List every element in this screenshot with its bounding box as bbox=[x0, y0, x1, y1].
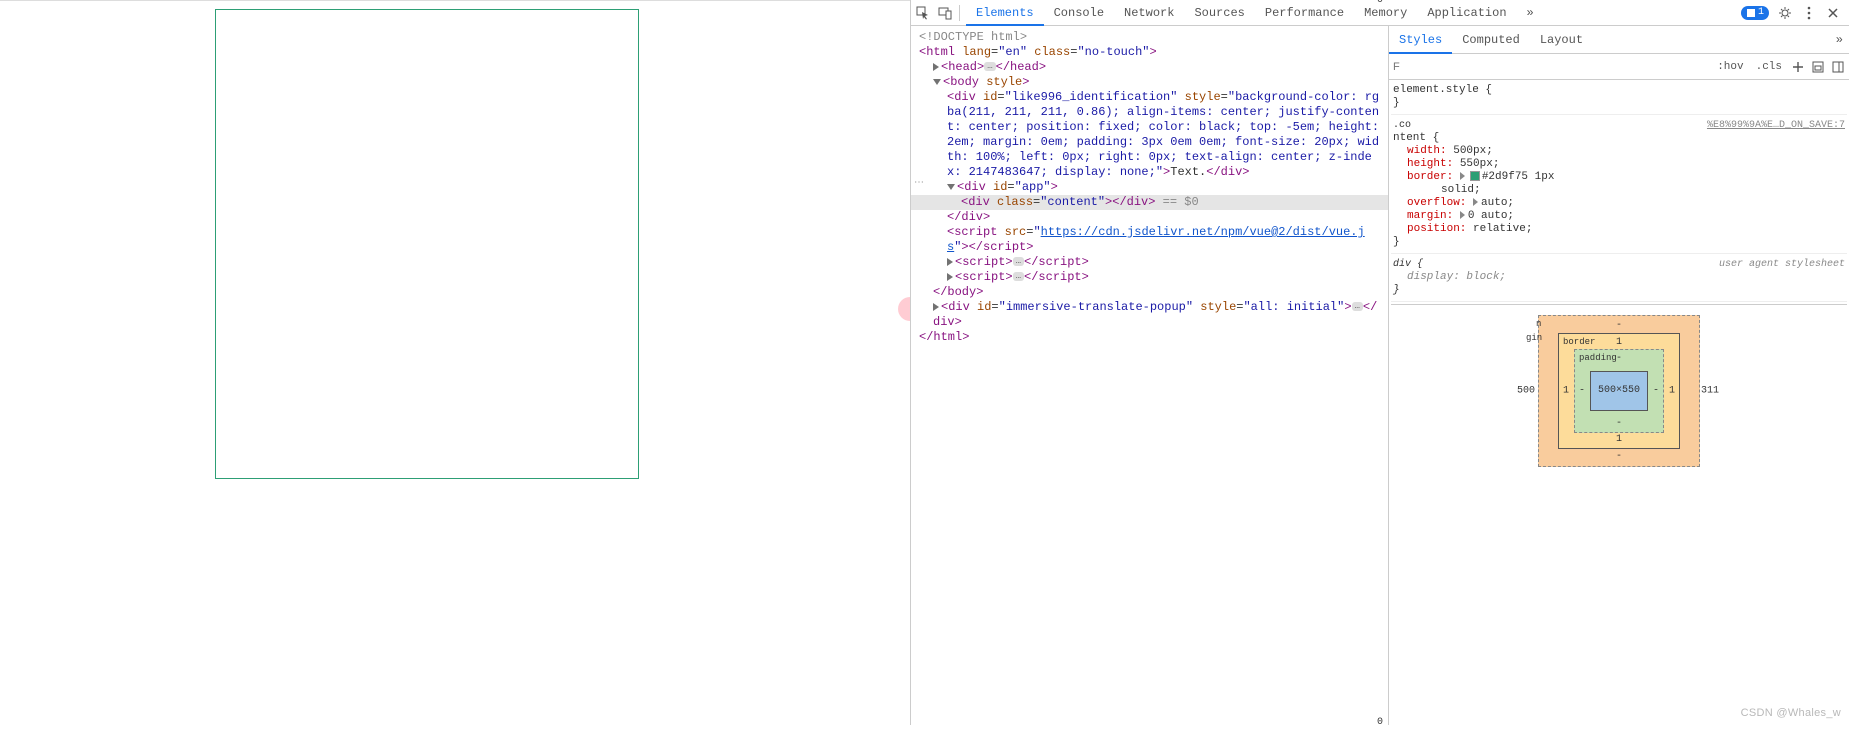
devtools-tabs: Elements Console Network Sources Perform… bbox=[966, 0, 1735, 26]
box-model: 0 n gin - 311 - 500 border 1 bbox=[1391, 304, 1847, 477]
dom-html-close[interactable]: </html> bbox=[911, 330, 1388, 345]
styles-tab-layout[interactable]: Layout bbox=[1530, 26, 1593, 54]
styles-rules[interactable]: element.style { } .co%E8%99%9A%E…D_ON_SA… bbox=[1389, 80, 1849, 725]
tab-network[interactable]: Network bbox=[1114, 0, 1184, 26]
styles-tabbar: Styles Computed Layout » bbox=[1389, 26, 1849, 54]
inspect-icon[interactable] bbox=[915, 5, 931, 21]
watermark: CSDN @Whales_w bbox=[1741, 707, 1841, 719]
dom-head[interactable]: <head>…</head> bbox=[911, 60, 1388, 75]
plus-icon[interactable] bbox=[1791, 60, 1805, 74]
tab-application[interactable]: Application bbox=[1417, 0, 1516, 26]
dom-doctype[interactable]: <!DOCTYPE html> bbox=[911, 30, 1388, 45]
devtools-panel: Elements Console Network Sources Perform… bbox=[910, 0, 1849, 725]
rule-user-agent: div {user agent stylesheet display: bloc… bbox=[1391, 256, 1847, 302]
dom-identification[interactable]: <div id="like996_identification" style="… bbox=[911, 90, 1388, 180]
color-swatch[interactable] bbox=[1470, 171, 1480, 181]
tab-console[interactable]: Console bbox=[1044, 0, 1114, 26]
dom-script1[interactable]: <script>…</script> bbox=[911, 255, 1388, 270]
hov-button[interactable]: :hov bbox=[1714, 61, 1746, 73]
dom-popup[interactable]: <div id="immersive-translate-popup" styl… bbox=[911, 300, 1388, 330]
computed-toggle-icon[interactable] bbox=[1811, 60, 1825, 74]
dom-app-open[interactable]: <div id="app"> bbox=[911, 180, 1388, 195]
styles-tabs-more[interactable]: » bbox=[1830, 33, 1849, 47]
gear-icon[interactable] bbox=[1777, 5, 1793, 21]
rule-content[interactable]: .co%E8%99%9A%E…D_ON_SAVE:7 ntent { width… bbox=[1391, 117, 1847, 254]
styles-tab-styles[interactable]: Styles bbox=[1389, 26, 1452, 54]
styles-filter-input[interactable] bbox=[1393, 61, 1423, 73]
device-toggle-icon[interactable] bbox=[937, 5, 953, 21]
content-box bbox=[215, 9, 639, 479]
styles-panel: Styles Computed Layout » :hov .cls eleme… bbox=[1389, 26, 1849, 725]
cls-button[interactable]: .cls bbox=[1753, 61, 1785, 73]
dom-body-close[interactable]: </body> bbox=[911, 285, 1388, 300]
dom-content-selected[interactable]: <div class="content"></div> == $0 bbox=[911, 195, 1388, 210]
dom-app-close[interactable]: </div> bbox=[911, 210, 1388, 225]
dom-script-vue[interactable]: <script src="https://cdn.jsdelivr.net/np… bbox=[911, 225, 1388, 255]
dom-body-open[interactable]: <body style> bbox=[911, 75, 1388, 90]
styles-tab-computed[interactable]: Computed bbox=[1452, 26, 1530, 54]
issues-badge[interactable]: 1 bbox=[1741, 6, 1769, 20]
devtools-body: <!DOCTYPE html> <html lang="en" class="n… bbox=[911, 26, 1849, 725]
tab-performance[interactable]: Performance bbox=[1255, 0, 1354, 26]
dom-script2[interactable]: <script>…</script> bbox=[911, 270, 1388, 285]
close-icon[interactable] bbox=[1825, 5, 1841, 21]
rule-element-style[interactable]: element.style { } bbox=[1391, 82, 1847, 115]
dom-gutter-dots[interactable]: ⋯ bbox=[914, 177, 924, 188]
bm-content[interactable]: 500×550 bbox=[1590, 371, 1648, 411]
tab-sources[interactable]: Sources bbox=[1184, 0, 1254, 26]
sidebar-toggle-icon[interactable] bbox=[1831, 60, 1845, 74]
tab-memory[interactable]: Memory bbox=[1354, 0, 1417, 26]
tabs-more[interactable]: » bbox=[1517, 0, 1544, 26]
dom-html-open[interactable]: <html lang="en" class="no-touch"> bbox=[911, 45, 1388, 60]
kebab-icon[interactable] bbox=[1801, 5, 1817, 21]
styles-filterbar: :hov .cls bbox=[1389, 54, 1849, 80]
dom-tree[interactable]: <!DOCTYPE html> <html lang="en" class="n… bbox=[911, 26, 1389, 725]
devtools-right-icons: 1 bbox=[1741, 5, 1845, 21]
page-viewport bbox=[0, 0, 910, 725]
tab-elements[interactable]: Elements bbox=[966, 0, 1044, 26]
